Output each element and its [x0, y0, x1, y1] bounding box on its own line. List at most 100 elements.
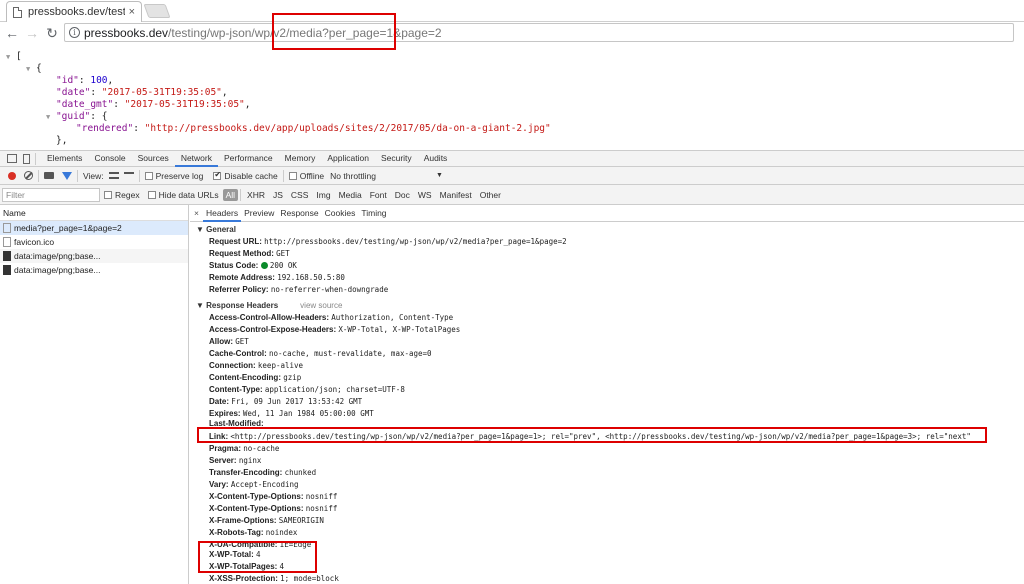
header-name: X-Robots-Tag: [209, 528, 264, 537]
list-item[interactable]: favicon.ico [0, 235, 188, 249]
header-row: Content-Encoding: gzip [209, 373, 301, 382]
filter-funnel-icon[interactable] [62, 171, 72, 180]
tab-cookies[interactable]: Cookies [322, 205, 359, 222]
general-section-header[interactable]: ▼ General [196, 225, 236, 234]
list-item[interactable]: data:image/png;base... [0, 249, 188, 263]
clear-icon[interactable] [24, 171, 33, 180]
regex-checkbox[interactable] [104, 190, 112, 199]
device-toolbar-icon[interactable] [23, 153, 30, 164]
type-filter-xhr[interactable]: XHR [243, 190, 269, 200]
tab-close-icon[interactable]: × [129, 6, 135, 18]
header-row: Access-Control-Allow-Headers: Authorizat… [209, 313, 453, 322]
header-value: 4 [255, 550, 261, 559]
view-source-link[interactable]: view source [300, 301, 342, 310]
header-value: <http://pressbooks.dev/testing/wp-json/w… [230, 432, 971, 441]
preserve-log-label: Preserve log [155, 170, 204, 181]
type-filter-img[interactable]: Img [312, 190, 334, 200]
collapse-triangle-icon[interactable]: ▼ [6, 53, 10, 61]
tab-elements[interactable]: Elements [41, 150, 88, 167]
chevron-down-icon[interactable]: ▼ [436, 172, 443, 179]
record-icon[interactable] [8, 171, 16, 180]
header-name: Vary: [209, 480, 229, 489]
divider [35, 152, 36, 165]
screenshot-camera-icon[interactable] [44, 172, 54, 179]
close-icon[interactable]: × [194, 208, 199, 218]
header-name: Access-Control-Allow-Headers: [209, 313, 330, 322]
tab-performance[interactable]: Performance [218, 150, 279, 167]
view-label: View: [83, 170, 104, 181]
tab-response[interactable]: Response [277, 205, 321, 222]
tab-security[interactable]: Security [375, 150, 418, 167]
info-icon[interactable]: i [69, 27, 80, 38]
tab-network[interactable]: Network [174, 150, 218, 167]
type-filter-media[interactable]: Media [335, 190, 366, 200]
type-filter-css[interactable]: CSS [287, 190, 312, 200]
tab-sources[interactable]: Sources [132, 150, 175, 167]
type-filter-all[interactable]: All [222, 188, 239, 201]
tab-memory[interactable]: Memory [279, 150, 322, 167]
browser-tab[interactable]: pressbooks.dev/testing/w × [6, 1, 142, 22]
inspect-element-icon[interactable] [7, 154, 17, 163]
header-row: Vary: Accept-Encoding [209, 480, 299, 489]
offline-checkbox[interactable] [288, 171, 297, 180]
new-tab-button[interactable] [143, 4, 171, 18]
header-row-link: Link: <http://pressbooks.dev/testing/wp-… [209, 432, 971, 441]
type-filter-manifest[interactable]: Manifest [436, 190, 476, 200]
header-name: Date: [209, 397, 230, 406]
type-filter-ws[interactable]: WS [414, 190, 436, 200]
header-value: no-referrer-when-downgrade [270, 285, 389, 294]
divider [138, 169, 140, 182]
header-value: Accept-Encoding [230, 480, 299, 489]
header-row: Connection: keep-alive [209, 361, 303, 370]
hide-data-urls-label: Hide data URLs [158, 189, 219, 200]
list-item[interactable]: media?per_page=1&page=2 [0, 221, 188, 235]
header-value: nosniff [305, 492, 338, 501]
large-rows-icon[interactable] [108, 172, 119, 179]
type-filter-doc[interactable]: Doc [391, 190, 414, 200]
response-headers-section-header[interactable]: ▼ Response Headers view source [196, 301, 342, 310]
request-name: favicon.ico [14, 237, 55, 247]
tab-audits[interactable]: Audits [418, 150, 454, 167]
type-filter-other[interactable]: Other [476, 190, 505, 200]
header-row: Content-Type: application/json; charset=… [209, 385, 405, 394]
devtools-tab-bar: Elements Console Sources Network Perform… [0, 150, 1024, 167]
request-name: media?per_page=1&page=2 [14, 223, 122, 233]
filter-bar: Filter Regex Hide data URLs All XHR JS C… [0, 185, 1024, 205]
tab-application[interactable]: Application [321, 150, 375, 167]
filter-input[interactable]: Filter [2, 187, 100, 202]
request-name: data:image/png;base... [14, 251, 101, 261]
disable-cache-checkbox[interactable] [213, 170, 222, 180]
header-row: X-WP-Total: 4 [209, 550, 260, 559]
hide-data-urls-checkbox[interactable] [147, 190, 156, 199]
header-name: Referrer Policy: [209, 285, 269, 294]
json-string: "http://pressbooks.dev/app/uploads/sites… [144, 123, 551, 134]
tab-headers[interactable]: Headers [202, 205, 242, 222]
tab-console[interactable]: Console [88, 150, 131, 167]
waterfall-icon[interactable] [123, 172, 134, 179]
tab-preview[interactable]: Preview [241, 205, 277, 222]
header-value: Fri, 09 Jun 2017 13:53:42 GMT [231, 397, 363, 406]
header-name: X-Content-Type-Options: [209, 492, 304, 501]
list-item[interactable]: data:image/png;base... [0, 263, 188, 277]
collapse-triangle-icon[interactable]: ▼ [46, 113, 50, 121]
collapse-triangle-icon[interactable]: ▼ [26, 65, 30, 73]
header-row: X-Robots-Tag: noindex [209, 528, 297, 537]
throttling-select[interactable]: No throttling [330, 171, 376, 181]
header-name: Request URL: [209, 237, 262, 246]
preserve-log-checkbox[interactable] [144, 171, 153, 180]
type-filter-js[interactable]: JS [269, 190, 287, 200]
header-value: keep-alive [257, 361, 304, 370]
name-column-header[interactable]: Name [0, 205, 188, 221]
header-name: Allow: [209, 337, 233, 346]
header-value: application/json; charset=UTF-8 [264, 385, 405, 394]
tab-timing[interactable]: Timing [358, 205, 389, 222]
forward-arrow-icon[interactable]: → [22, 23, 42, 43]
back-arrow-icon[interactable]: ← [2, 23, 22, 43]
header-row: X-UA-Compatible: IE=Edge [209, 540, 311, 549]
header-name: Last-Modified: [209, 419, 264, 428]
section-title: General [206, 225, 236, 234]
address-bar[interactable]: i pressbooks.dev/testing/wp-json/wp/v2/m… [64, 23, 1014, 42]
header-name: Content-Encoding: [209, 373, 281, 382]
reload-icon[interactable]: ↻ [42, 23, 62, 43]
type-filter-font[interactable]: Font [366, 190, 391, 200]
